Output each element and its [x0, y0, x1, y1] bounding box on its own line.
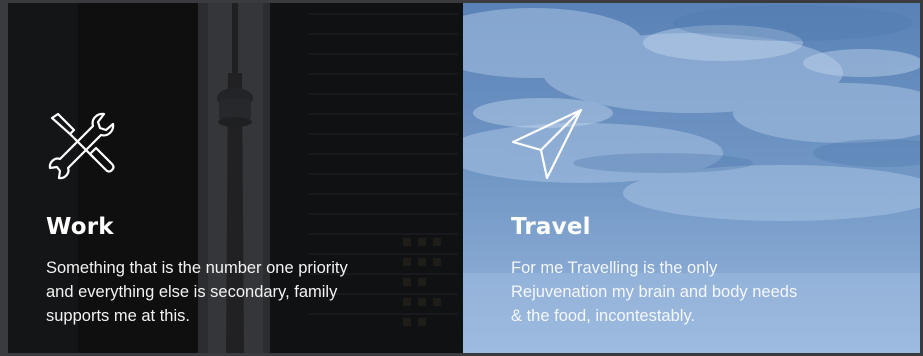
work-card-title: Work [46, 214, 114, 240]
travel-card: Travel For me Travelling is the only Rej… [463, 3, 920, 353]
work-card-content: Work Something that is the number one pr… [46, 108, 443, 328]
travel-card-description: For me Travelling is the only Rejuvenati… [511, 259, 798, 325]
feature-cards: Work Something that is the number one pr… [8, 3, 920, 353]
tools-icon [48, 112, 115, 180]
work-card: Work Something that is the number one pr… [8, 3, 463, 353]
work-card-description: Something that is the number one priorit… [46, 259, 348, 325]
travel-card-title: Travel [511, 214, 591, 240]
travel-card-content: Travel For me Travelling is the only Rej… [511, 108, 900, 328]
paper-plane-icon [511, 108, 583, 180]
